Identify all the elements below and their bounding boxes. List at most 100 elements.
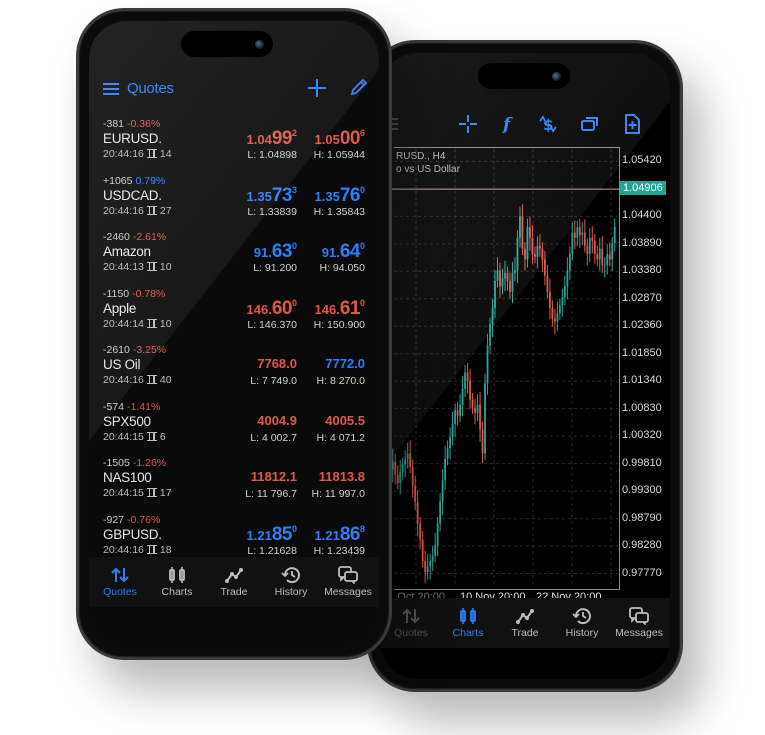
ask-price[interactable]: 1.05006 [315, 128, 365, 150]
nav-tab-label: History [565, 627, 599, 639]
hamburger-menu-icon[interactable] [103, 83, 119, 97]
pencil-icon[interactable] [349, 77, 369, 97]
bid-price[interactable]: 11812.1 [251, 469, 297, 484]
change-points: -927 [103, 513, 125, 526]
change-points: -381 [103, 118, 125, 130]
nav-tab-trade[interactable]: Trade [205, 557, 263, 607]
quote-low: L: 91.200 [253, 262, 297, 274]
nav-tab-label: Charts [452, 627, 484, 639]
ask-price[interactable]: 4005.5 [325, 413, 365, 428]
quote-low: L: 1.33839 [247, 205, 297, 218]
nav-tab-trade[interactable]: Trade [496, 598, 554, 648]
quote-row[interactable]: -1150 -0.78% Apple 20:44:14 10 146.600 146… [89, 286, 379, 343]
bid-price[interactable]: 1.35733 [247, 185, 297, 207]
nav-tab-messages[interactable]: Messages [319, 557, 377, 607]
bottom-nav: Quotes Charts Trade History Messages [380, 598, 670, 648]
currency-exchange-icon[interactable]: $ [537, 113, 559, 135]
price-fractional-digit: 0 [359, 297, 365, 308]
price-prefix: 91. [321, 245, 340, 260]
price-axis-label: 0.98790 [622, 511, 662, 524]
nav-tab-history[interactable]: History [553, 598, 611, 648]
function-icon[interactable]: f [498, 113, 520, 135]
nav-tab-messages[interactable]: Messages [610, 598, 668, 648]
bid-price[interactable]: 1.04992 [247, 128, 297, 150]
plus-icon[interactable] [306, 77, 328, 99]
nav-tab-label: History [274, 586, 308, 598]
price-prefix: 146. [246, 301, 272, 317]
price-chart[interactable]: RUSD., H4 o vs US Dollar 1.05420 1.04400 1… [380, 145, 670, 603]
spread-icon [146, 262, 157, 271]
bid-price[interactable]: 4004.9 [257, 413, 297, 428]
price-axis-label: 0.99810 [622, 456, 662, 469]
quote-row[interactable]: +1065 0.79% USDCAD. 20:44:16 27 1.35733 1.… [89, 173, 379, 230]
change-points: -1150 [103, 287, 130, 300]
quote-spread: 10 [159, 317, 172, 330]
quote-time: 20:44:15 17 [103, 487, 172, 499]
bid-price[interactable]: 1.21850 [247, 524, 297, 546]
quote-row[interactable]: -2460 -2.61% Amazon 20:44:13 10 91.630 91.… [89, 229, 379, 286]
ask-price[interactable]: 1.35760 [315, 185, 365, 207]
ask-price[interactable]: 146.610 [315, 298, 365, 320]
change-percent: -1.26% [132, 457, 167, 469]
quote-timestamp: 20:44:13 [103, 261, 144, 273]
ask-price[interactable]: 7772.0 [325, 356, 365, 371]
price-axis-label: 1.00830 [622, 401, 662, 414]
price-big-digits: 61 [339, 297, 361, 319]
price-axis-label: 1.02870 [622, 291, 662, 304]
quote-row[interactable]: -381 -0.36% EURUSD. 20:44:16 14 1.04992 1.… [89, 116, 379, 173]
price-fractional-digit: 0 [291, 523, 297, 534]
nav-tab-charts[interactable]: Charts [148, 557, 206, 607]
bid-price[interactable]: 91.630 [254, 241, 297, 263]
quote-row[interactable]: -1505 -1.26% NAS100 20:44:15 17 11812.1 11… [89, 455, 379, 512]
quote-time: 20:44:13 10 [103, 261, 172, 273]
price-prefix: 1.35 [314, 188, 340, 204]
price-axis-label: 1.01850 [622, 346, 662, 359]
nav-tab-label: Messages [615, 627, 663, 639]
change-percent: -0.76% [127, 513, 161, 526]
quote-symbol: SPX500 [103, 413, 151, 429]
ask-price[interactable]: 11813.8 [319, 469, 365, 484]
quote-symbol: Amazon [103, 244, 151, 259]
change-percent: -0.78% [132, 287, 166, 300]
quote-low: L: 4 002.7 [250, 431, 297, 444]
price-prefix: 1.05 [314, 132, 340, 147]
nav-tab-charts[interactable]: Charts [439, 598, 497, 648]
nav-tab-quotes[interactable]: Quotes [91, 557, 149, 607]
windows-icon[interactable] [579, 113, 601, 135]
price-axis-label: 0.98280 [622, 539, 662, 552]
quote-high: H: 4 071.2 [316, 431, 365, 444]
price-axis-label: 1.02360 [622, 319, 662, 332]
nav-tab-history[interactable]: History [262, 557, 320, 607]
change-points: -574 [103, 400, 125, 413]
bid-price-value: 4004.9 [257, 412, 297, 428]
camera-lens [552, 72, 561, 81]
bid-price[interactable]: 146.600 [247, 298, 297, 320]
bid-price-value: 11812.1 [250, 469, 297, 484]
quote-timestamp: 20:44:16 [103, 543, 144, 556]
ask-price[interactable]: 91.640 [322, 241, 365, 263]
candlesticks-icon [458, 607, 478, 625]
quote-symbol: NAS100 [103, 470, 152, 485]
price-fractional-digit: 8 [359, 523, 365, 534]
change-percent: -0.36% [127, 118, 161, 130]
price-big-digits: 86 [339, 523, 361, 545]
camera-lens [255, 40, 264, 49]
quote-low: L: 146.370 [247, 318, 297, 331]
price-axis-label: 1.05420 [622, 154, 662, 167]
ask-price-value: 7772.0 [325, 356, 365, 371]
quote-row[interactable]: -574 -1.41% SPX500 20:44:15 6 4004.9 4005.… [89, 399, 379, 456]
price-prefix: 1.04 [246, 132, 272, 147]
quotes-header: Quotes [89, 77, 379, 107]
price-axis-label: 1.04400 [622, 209, 662, 222]
quote-row[interactable]: -2610 -3.25% US Oil 20:44:16 40 7768.0 777… [89, 342, 379, 399]
crosshair-icon[interactable] [457, 113, 479, 135]
candlesticks-icon [167, 566, 187, 584]
nav-tab-label: Charts [161, 586, 193, 598]
new-document-icon[interactable] [621, 113, 643, 135]
change-percent: -1.41% [127, 400, 161, 413]
trend-line-icon [224, 566, 244, 584]
ask-price[interactable]: 1.21868 [315, 524, 365, 546]
ask-price-value: 4005.5 [325, 412, 365, 428]
quote-timestamp: 20:44:16 [103, 374, 144, 386]
bid-price[interactable]: 7768.0 [257, 356, 297, 371]
